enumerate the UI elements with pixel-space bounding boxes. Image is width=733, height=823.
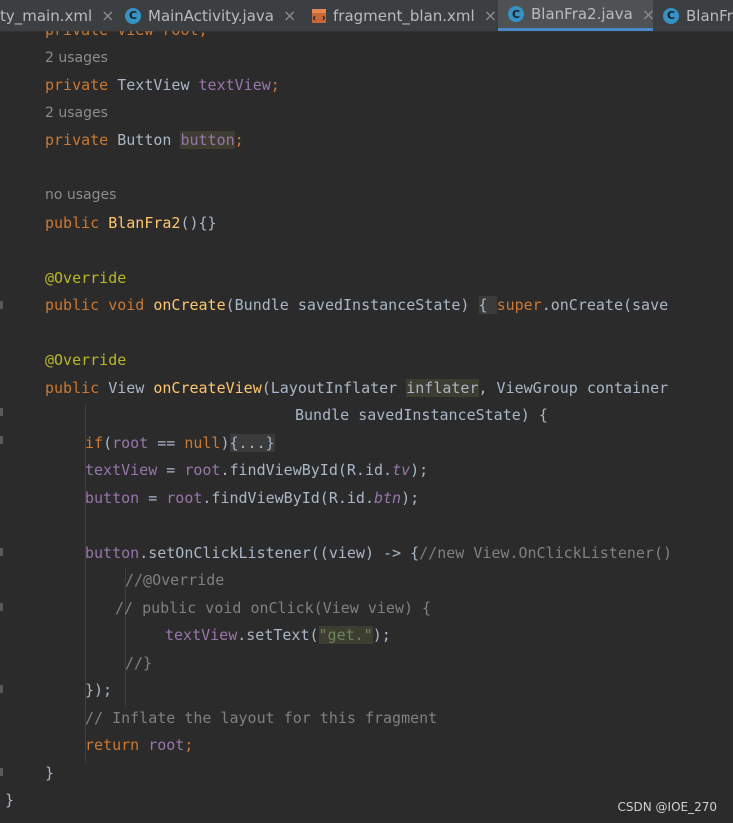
code-line-textview-assign: textView = root.findViewById(R.id.tv);: [85, 461, 429, 479]
fold-marker[interactable]: [0, 548, 3, 556]
code-line-textview-field: private TextView textView;: [45, 76, 280, 94]
code-line-button-assign: button = root.findViewById(R.id.btn);: [85, 489, 420, 507]
fold-marker[interactable]: [0, 685, 3, 693]
code-editor[interactable]: private View root; 2 usages private Text…: [0, 31, 733, 823]
code-line-constructor: public BlanFra2(){}: [45, 214, 217, 232]
code-line-comment: //}: [125, 654, 153, 672]
code-line-return: return root;: [85, 736, 194, 754]
java-class-icon: C: [508, 6, 524, 22]
code-line-oncreate: public void onCreate(Bundle savedInstanc…: [45, 296, 669, 314]
editor-tab-bar: ty_main.xml × C MainActivity.java × frag…: [0, 0, 733, 32]
tab-label: BlanFr: [686, 6, 733, 25]
tab-label: fragment_blan.xml: [333, 6, 475, 25]
usages-hint[interactable]: 2 usages: [45, 50, 108, 66]
fold-marker[interactable]: [0, 408, 3, 416]
fold-marker[interactable]: [0, 603, 3, 611]
usages-hint[interactable]: 2 usages: [45, 105, 108, 121]
code-line-override-annotation: @Override: [45, 351, 127, 369]
tab-activity-main-xml[interactable]: ty_main.xml ×: [0, 0, 115, 31]
code-line-close-lambda: });: [85, 681, 113, 699]
code-line-params-cont: Bundle savedInstanceState) {: [295, 406, 548, 424]
tab-label: ty_main.xml: [0, 6, 93, 25]
code-line-if-root-null: if(root == null){...}: [85, 434, 275, 452]
tab-label: BlanFra2.java: [531, 5, 633, 23]
code-line-comment: // public void onClick(View view) {: [115, 599, 432, 617]
code-line-oncreateview: public View onCreateView(LayoutInflater …: [45, 379, 669, 397]
java-class-icon: C: [663, 7, 679, 24]
code-line-root-field: private View root;: [45, 31, 208, 39]
code-line-close-class: }: [5, 791, 15, 809]
usages-hint[interactable]: no usages: [45, 187, 116, 203]
fold-marker[interactable]: [0, 768, 3, 776]
java-class-icon: C: [125, 7, 141, 24]
code-line-set-onclick: button.setOnClickListener((view) -> {//n…: [85, 544, 673, 562]
close-icon[interactable]: ×: [642, 5, 655, 24]
code-line-comment: //@Override: [125, 571, 225, 589]
code-line-override-annotation: @Override: [45, 269, 127, 287]
xml-layout-icon: [311, 8, 327, 24]
close-icon[interactable]: ×: [101, 6, 114, 25]
close-icon[interactable]: ×: [283, 6, 296, 25]
tab-blanfra2-java[interactable]: C BlanFra2.java ×: [498, 0, 655, 31]
fold-marker[interactable]: [0, 301, 3, 309]
fold-marker[interactable]: [0, 436, 3, 444]
indent-guide: [125, 569, 126, 707]
code-line-button-field: private Button button;: [45, 131, 244, 149]
code-line-settext: textView.setText("get.");: [165, 626, 391, 644]
tab-mainactivity-java[interactable]: C MainActivity.java ×: [118, 0, 302, 31]
tab-fragment-blan-xml[interactable]: fragment_blan.xml ×: [302, 0, 498, 31]
code-line-close-method: }: [45, 764, 55, 782]
tab-label: MainActivity.java: [148, 6, 274, 25]
folded-block[interactable]: {...}: [229, 434, 275, 452]
watermark: CSDN @IOE_270: [617, 800, 718, 814]
tab-blanfr-java[interactable]: C BlanFr: [655, 0, 733, 31]
close-icon[interactable]: ×: [484, 6, 497, 25]
code-line-comment: // Inflate the layout for this fragment: [85, 709, 438, 727]
